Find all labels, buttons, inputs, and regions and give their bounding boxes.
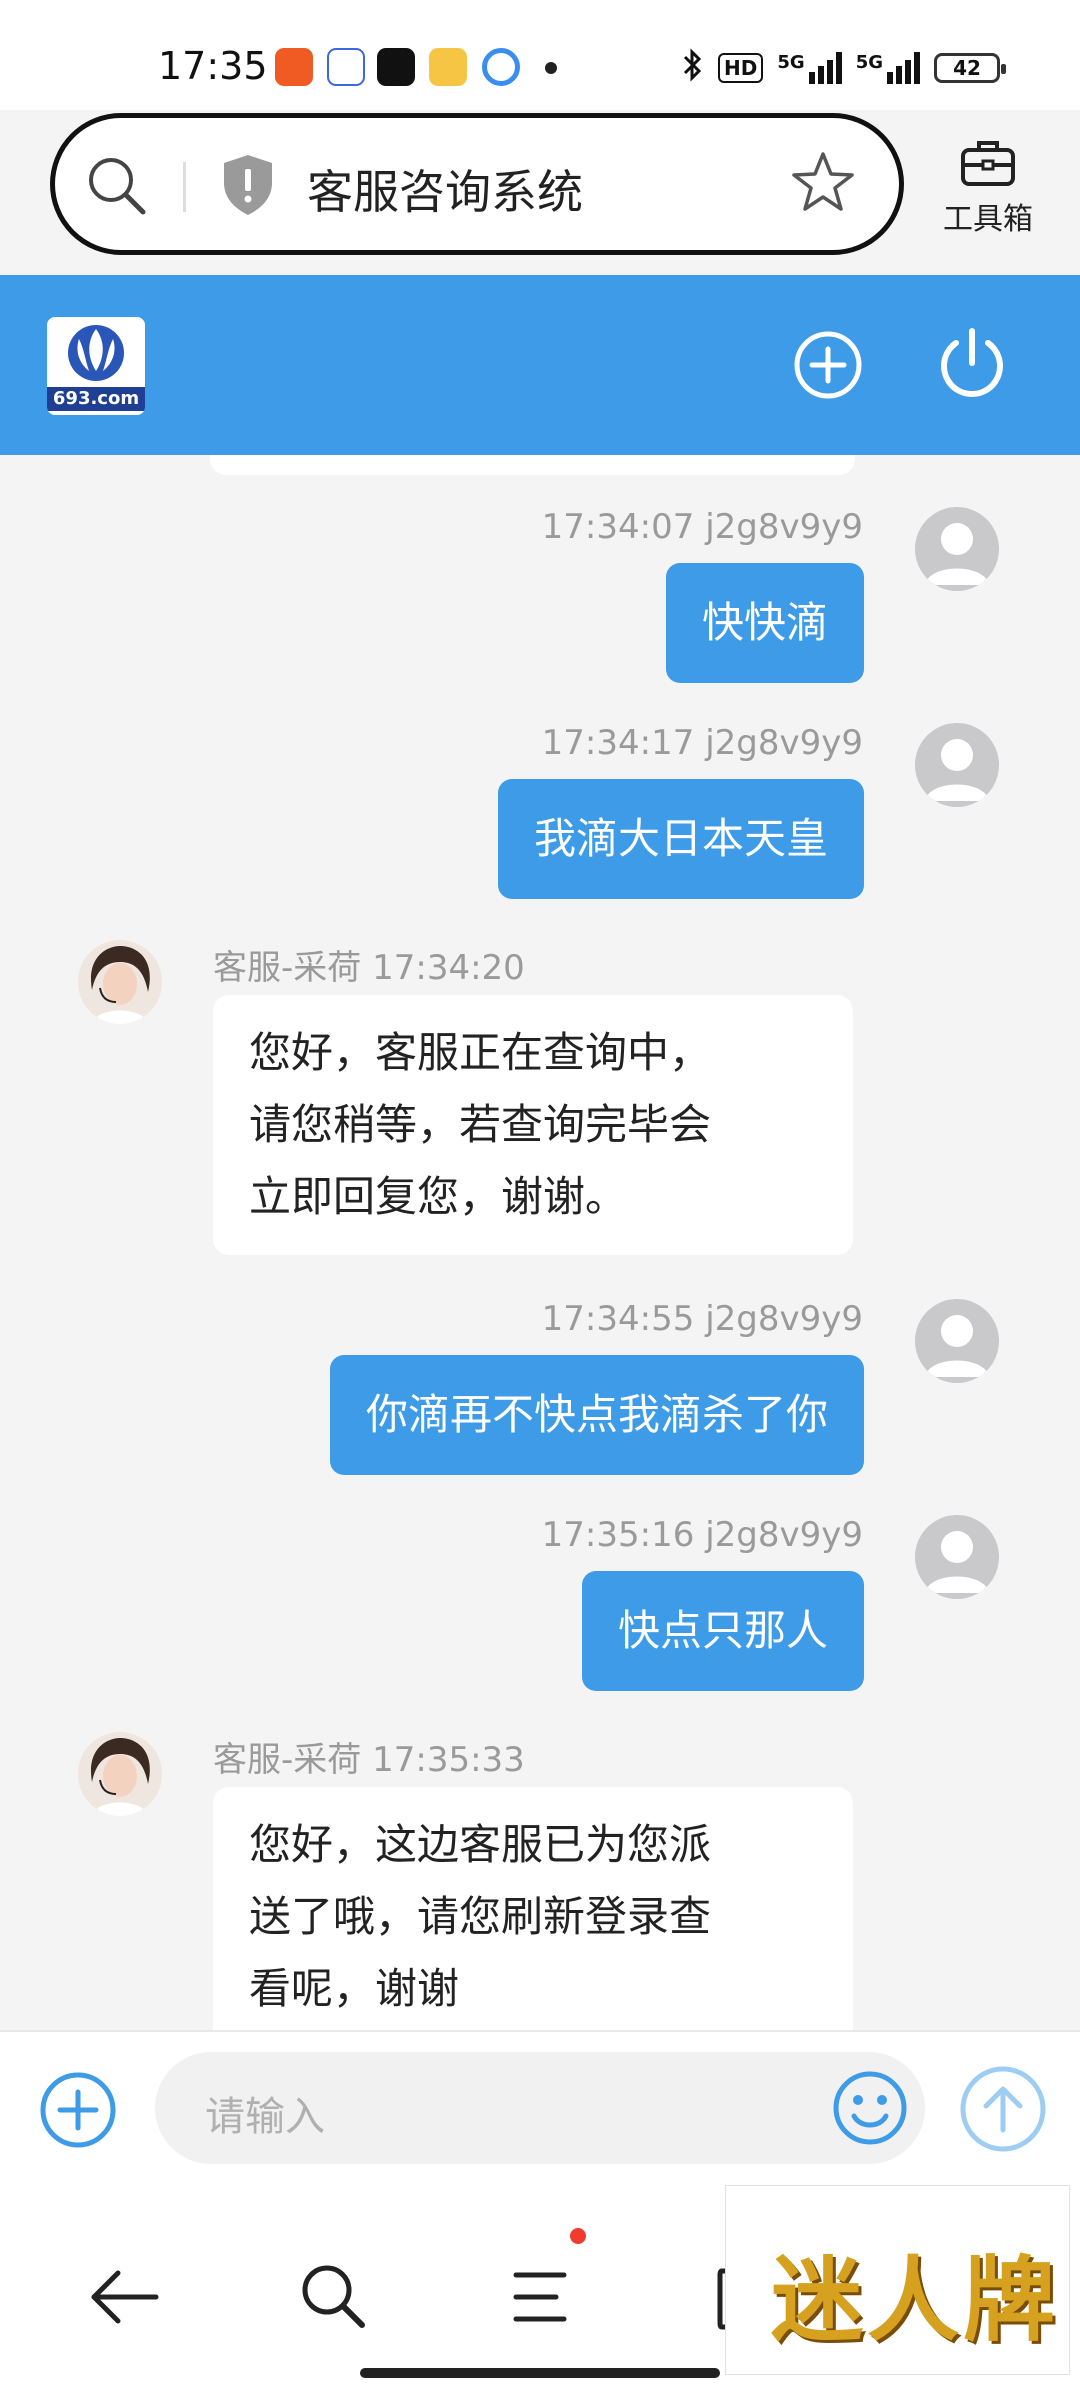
message-line: 立即回复您，谢谢。	[249, 1172, 628, 1221]
emoji-icon[interactable]	[830, 2068, 910, 2152]
message-meta: 17:34:55 j2g8v9y9	[541, 1299, 863, 1339]
notification-dot	[570, 2228, 586, 2244]
toolbox-label: 工具箱	[943, 202, 1033, 237]
status-bar: 17:35 HD 5G 5G 42	[0, 0, 1080, 110]
bookmark-star-icon[interactable]	[790, 150, 856, 220]
agent-avatar	[78, 1732, 162, 1816]
user-message-bubble: 快点只那人	[581, 1571, 864, 1691]
agent-message-meta: 客服-采荷 17:35:33	[213, 1740, 525, 1780]
battery-indicator: 42	[934, 53, 1006, 83]
logo-emblem-icon	[68, 325, 124, 381]
input-placeholder: 请输入	[205, 2094, 325, 2140]
agent-message-meta: 客服-采荷 17:34:20	[213, 948, 525, 988]
message-meta: 17:34:07 j2g8v9y9	[541, 507, 863, 547]
user-avatar	[915, 1515, 999, 1599]
security-shield-icon[interactable]	[220, 153, 276, 221]
toolbox-icon	[958, 141, 1018, 192]
message-line: 请您稍等，若查询完毕会	[249, 1100, 712, 1149]
message-line: 看呢，谢谢	[249, 1964, 460, 2013]
hd-badge: HD	[718, 53, 764, 83]
address-separator	[183, 162, 186, 212]
user-message-bubble: 我滴大日本天皇	[497, 779, 864, 899]
add-circle-icon[interactable]	[792, 329, 864, 405]
message-line: 您好，这边客服已为您派	[249, 1820, 712, 1869]
attach-plus-icon[interactable]	[38, 2070, 118, 2154]
menu-icon[interactable]	[512, 2269, 572, 2329]
page-title[interactable]: 客服咨询系统	[307, 156, 583, 222]
bluetooth-icon	[682, 48, 704, 88]
chat-message-list[interactable]: 17:34:07 j2g8v9y9 快快滴 17:34:17 j2g8v9y9 …	[0, 455, 1080, 2030]
power-icon[interactable]	[932, 325, 1012, 409]
watermark-overlay: 迷人牌	[725, 2185, 1070, 2375]
message-meta: 17:35:16 j2g8v9y9	[541, 1515, 863, 1555]
search-icon[interactable]	[298, 2261, 368, 2335]
weibo-icon	[429, 48, 467, 86]
agent-avatar	[78, 940, 162, 1024]
user-message-bubble: 快快滴	[665, 563, 864, 683]
send-up-arrow-icon[interactable]	[958, 2064, 1048, 2158]
logo-text: 693.com	[47, 387, 145, 411]
site-logo[interactable]: 693.com	[47, 317, 145, 415]
taobao-icon	[275, 48, 313, 86]
message-line: 送了哦，请您刷新登录查	[249, 1892, 712, 1941]
message-meta: 17:34:17 j2g8v9y9	[541, 723, 863, 763]
status-time: 17:35	[158, 44, 268, 88]
user-avatar	[915, 723, 999, 807]
agent-message-bubble: 您好，这边客服已为您派 送了哦，请您刷新登录查 看呢，谢谢	[213, 1787, 853, 2030]
chat-header: 693.com	[0, 275, 1080, 455]
message-line: 您好，客服正在查询中，	[249, 1028, 712, 1077]
watermark-text: 迷人牌	[771, 2246, 1060, 2354]
toolbox-button[interactable]: 工具箱	[940, 138, 1036, 238]
back-arrow-icon[interactable]	[88, 2265, 160, 2333]
agent-message-bubble: 您好，客服正在查询中， 请您稍等，若查询完毕会 立即回复您，谢谢。	[213, 995, 853, 1255]
douyin-icon	[377, 48, 415, 86]
more-notifications-dot	[545, 62, 557, 74]
home-indicator[interactable]	[360, 2368, 720, 2378]
user-message-bubble: 你滴再不快点我滴杀了你	[329, 1355, 864, 1475]
browser-icon	[482, 48, 520, 86]
search-icon[interactable]	[85, 154, 149, 222]
message-input-bar: 请输入	[0, 2030, 1080, 2185]
user-avatar	[915, 1299, 999, 1383]
signal-icon-1: 5G	[777, 52, 842, 84]
message-input[interactable]: 请输入	[155, 2052, 925, 2164]
user-avatar	[915, 507, 999, 591]
baidu-icon	[327, 48, 365, 86]
signal-icon-2: 5G	[856, 52, 920, 84]
previous-message-bubble	[210, 455, 855, 475]
address-bar[interactable]: 客服咨询系统	[50, 113, 904, 255]
